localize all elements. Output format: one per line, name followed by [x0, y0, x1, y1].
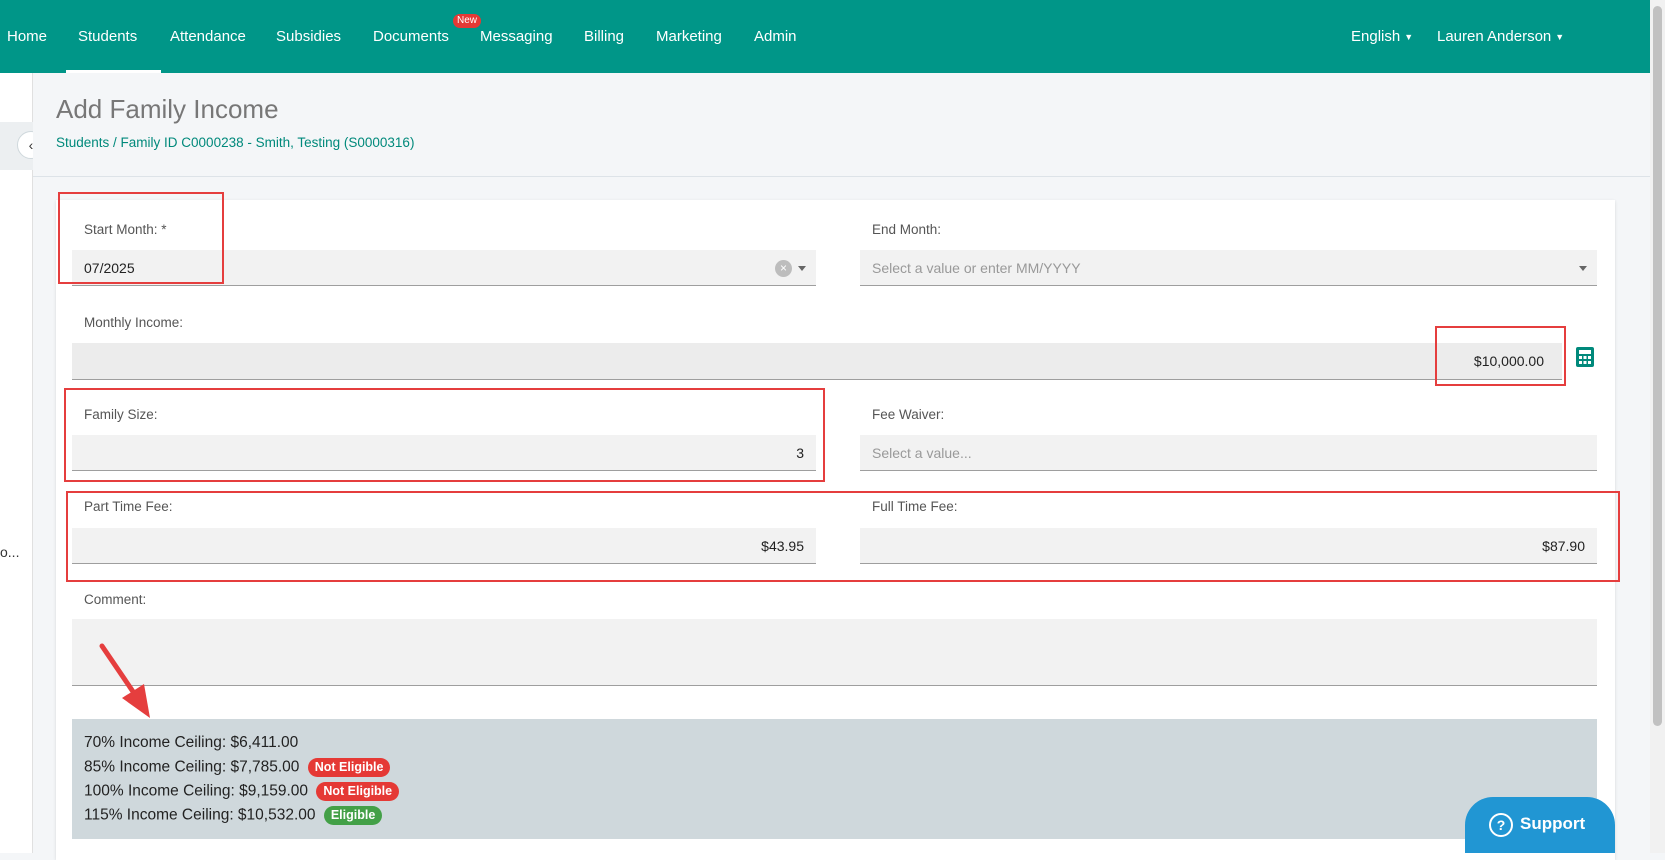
nav-home[interactable]: Home	[7, 0, 47, 73]
start-month-label: Start Month: *	[84, 222, 167, 237]
nav-marketing[interactable]: Marketing	[656, 0, 722, 73]
ceiling-text: 115% Income Ceiling: $10,532.00	[84, 806, 316, 824]
eligible-badge: Eligible	[323, 806, 383, 825]
comment-label: Comment:	[84, 592, 147, 607]
nav-subsidies[interactable]: Subsidies	[276, 0, 341, 73]
page-title: Add Family Income	[56, 94, 279, 124]
end-month-placeholder: Select a value or enter MM/YYYY	[872, 260, 1081, 276]
nav-attendance[interactable]: Attendance	[170, 0, 246, 73]
user-menu[interactable]: Lauren Anderson ▼	[1437, 0, 1564, 73]
monthly-income-label: Monthly Income:	[84, 315, 184, 330]
part-time-fee-value: $43.95	[761, 538, 804, 554]
fee-waiver-select[interactable]: Select a value...	[860, 435, 1597, 471]
page-header	[33, 73, 1650, 177]
top-nav: Home Students Attendance Subsidies Docum…	[0, 0, 1650, 73]
end-month-select[interactable]: Select a value or enter MM/YYYY	[860, 250, 1597, 286]
breadcrumb[interactable]: Students / Family ID C0000238 - Smith, T…	[56, 135, 414, 150]
fee-waiver-placeholder: Select a value...	[872, 445, 972, 461]
sidebar-truncated-text: o...	[0, 544, 20, 560]
monthly-income-input[interactable]: $10,000.00	[72, 343, 1562, 380]
help-icon: ?	[1489, 813, 1513, 837]
ceiling-row-85: 85% Income Ceiling: $7,785.00 Not Eligib…	[84, 758, 391, 777]
language-label: English	[1351, 28, 1401, 45]
fee-waiver-label: Fee Waiver:	[872, 407, 945, 422]
not-eligible-badge: Not Eligible	[316, 782, 400, 801]
clear-icon[interactable]: ×	[775, 260, 792, 277]
end-month-label: End Month:	[872, 222, 942, 237]
nav-documents[interactable]: Documents	[373, 0, 449, 73]
full-time-fee-value: $87.90	[1542, 538, 1585, 554]
language-dropdown[interactable]: English ▼	[1351, 0, 1413, 73]
ceiling-text: 85% Income Ceiling: $7,785.00	[84, 758, 300, 776]
start-month-select[interactable]: 07/2025 ×	[72, 250, 816, 286]
scrollbar-thumb[interactable]	[1653, 6, 1662, 726]
ceiling-row-115: 115% Income Ceiling: $10,532.00 Eligible	[84, 806, 383, 825]
family-size-input[interactable]: 3	[72, 435, 816, 471]
ceiling-row-100: 100% Income Ceiling: $9,159.00 Not Eligi…	[84, 782, 400, 801]
support-label: Support	[1520, 814, 1586, 833]
start-month-value: 07/2025	[84, 260, 135, 276]
comment-textarea[interactable]	[72, 619, 1597, 686]
calculator-icon[interactable]	[1574, 346, 1596, 368]
full-time-fee-input[interactable]: $87.90	[860, 528, 1597, 564]
family-size-value: 3	[796, 445, 804, 461]
user-name: Lauren Anderson	[1437, 28, 1552, 45]
arrow-annotation	[99, 643, 150, 718]
nav-billing[interactable]: Billing	[584, 0, 624, 73]
ceiling-row-70: 70% Income Ceiling: $6,411.00	[84, 734, 298, 752]
monthly-income-value: $10,000.00	[1473, 353, 1544, 369]
nav-admin[interactable]: Admin	[754, 0, 797, 73]
dropdown-caret-icon[interactable]	[798, 266, 806, 271]
sidebar	[0, 73, 33, 853]
caret-down-icon: ▼	[1404, 31, 1414, 42]
part-time-fee-input[interactable]: $43.95	[72, 528, 816, 564]
dropdown-caret-icon[interactable]	[1579, 266, 1587, 271]
ceiling-text: 70% Income Ceiling: $6,411.00	[84, 734, 299, 751]
new-badge: New	[453, 14, 482, 28]
support-button[interactable]: ? Support	[1465, 797, 1615, 853]
not-eligible-badge: Not Eligible	[307, 758, 391, 777]
nav-messaging[interactable]: Messaging	[480, 0, 553, 73]
full-time-fee-label: Full Time Fee:	[872, 499, 958, 514]
part-time-fee-label: Part Time Fee:	[84, 499, 173, 514]
nav-students[interactable]: Students	[78, 0, 137, 73]
caret-down-icon: ▼	[1555, 31, 1565, 42]
ceiling-text: 100% Income Ceiling: $9,159.00	[84, 782, 309, 800]
family-size-label: Family Size:	[84, 407, 158, 422]
